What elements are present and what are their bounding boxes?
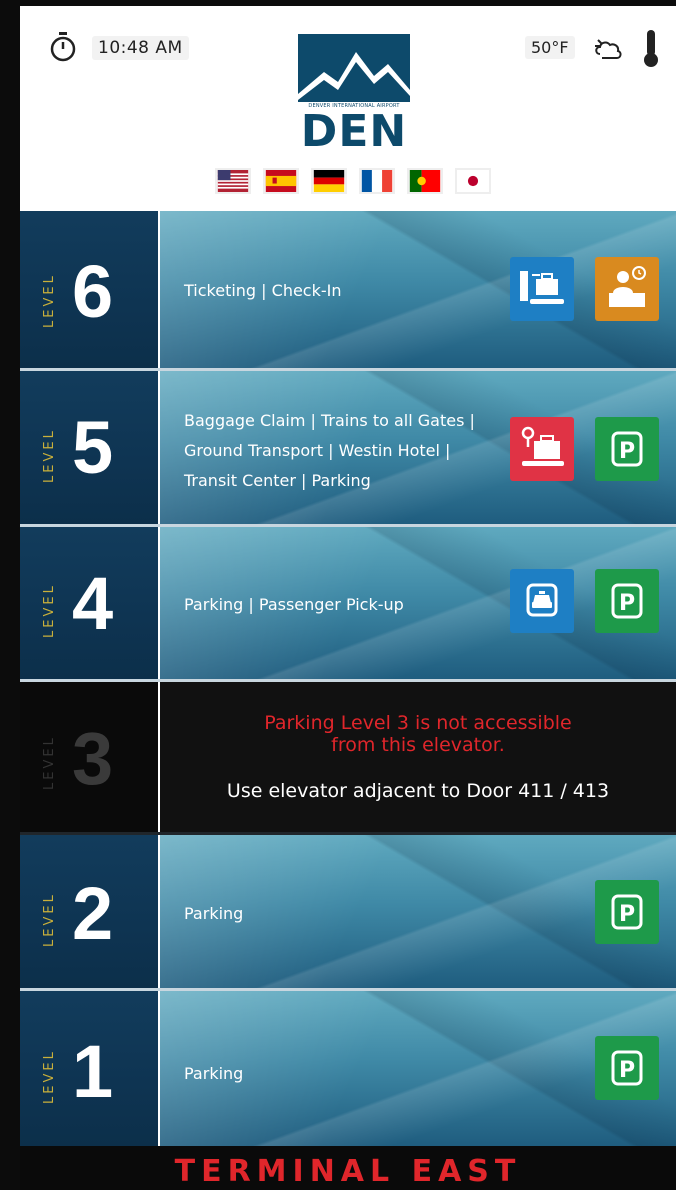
level-word: LEVEL [42,273,57,328]
level-number: 6 [72,250,114,333]
parking-icon: P [595,880,659,944]
svg-text:P: P [619,902,635,927]
level-word: LEVEL [42,735,57,790]
level-description: Parking [184,899,243,929]
floor-level-1[interactable]: LEVEL 1 Parking P [20,991,676,1146]
terminal-name: TERMINAL EAST [174,1154,522,1189]
description-line: Parking [184,904,244,923]
level-description: Parking [184,1059,243,1089]
svg-text:P: P [619,591,635,616]
floor-level-5[interactable]: LEVEL 5 Baggage Claim | Trains to all Ga… [20,371,676,524]
description-line: Ground Transport | Westin Hotel | [184,441,451,460]
thermometer-icon [644,30,658,67]
description-line: Parking [184,1064,244,1083]
level-number: 5 [72,406,114,489]
taxi-icon [510,569,574,633]
german-flag[interactable] [311,168,347,194]
level-number: 4 [72,562,114,645]
warning-line: from this elevator. [331,734,505,756]
svg-text:P: P [619,439,635,464]
warning-line: Parking Level 3 is not accessible [264,712,572,734]
level-description: Ticketing | Check-In [184,276,342,306]
floor-level-6[interactable]: LEVEL 6 Ticketing | Check-In [20,211,676,368]
level-number: 2 [72,872,114,955]
french-flag[interactable] [359,168,395,194]
level-description: Baggage Claim | Trains to all Gates | Gr… [184,406,475,496]
partly-cloudy-icon [595,39,622,59]
level-word: LEVEL [42,583,57,638]
parking-icon: P [595,569,659,633]
den-logo: DENVER INTERNATIONAL AIRPORT DEN [298,34,410,157]
floor-level-3: LEVEL 3 Parking Level 3 is not accessibl… [20,682,676,832]
logo-den-text: DEN [300,106,408,157]
den-logo-mark [298,34,410,102]
english-us-flag[interactable] [215,168,251,194]
footer: TERMINAL EAST [20,1146,676,1190]
parking-icon: P [595,417,659,481]
temperature: 50°F [525,36,575,59]
description-line: Ticketing | Check-In [184,281,342,300]
description-line: Transit Center | Parking [184,471,371,490]
level-word: LEVEL [42,1049,57,1104]
description-line: Baggage Claim | Trains to all Gates | [184,411,475,430]
baggage-claim-icon [510,417,574,481]
level-number: 3 [72,717,114,800]
current-time: 10:48 AM [92,36,189,60]
level-number: 1 [72,1030,114,1113]
floor-level-4[interactable]: LEVEL 4 Parking | Passenger Pick-up P [20,527,676,679]
baggage-dropoff-icon [510,257,574,321]
level-3-warning: Parking Level 3 is not accessible from t… [160,712,676,756]
level-word: LEVEL [42,892,57,947]
header: 10:48 AM DENVER INTERNATIONAL AIRPORT DE… [20,6,676,211]
spanish-flag[interactable] [263,168,299,194]
check-in-counter-icon [595,257,659,321]
parking-icon: P [595,1036,659,1100]
alternate-elevator-note: Use elevator adjacent to Door 411 / 413 [226,780,610,802]
description-line: Parking | Passenger Pick-up [184,595,404,614]
level-description: Parking | Passenger Pick-up [184,590,404,620]
portuguese-flag[interactable] [407,168,443,194]
svg-text:P: P [619,1058,635,1083]
level-word: LEVEL [42,428,57,483]
stopwatch-icon [50,32,76,62]
level-info-panel [160,682,676,832]
floor-level-2[interactable]: LEVEL 2 Parking P [20,835,676,988]
frame-left [0,0,20,1190]
japanese-flag[interactable] [455,168,491,194]
